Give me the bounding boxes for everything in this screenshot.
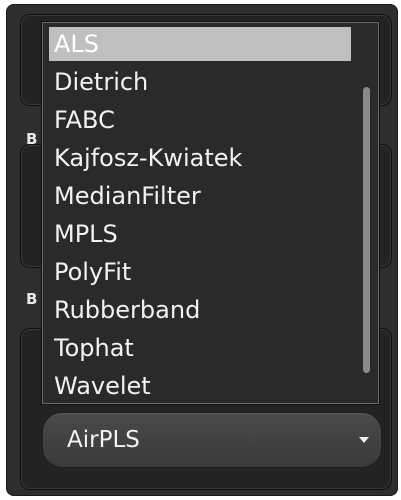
dropdown-option-polyfit[interactable]: PolyFit: [49, 255, 351, 289]
chevron-down-icon[interactable]: [359, 437, 369, 443]
dropdown-option-rubberband[interactable]: Rubberband: [49, 293, 351, 327]
dropdown-list[interactable]: ALS Dietrich FABC Kajfosz-Kwiatek Median…: [42, 22, 379, 404]
dropdown-scrollbar[interactable]: [363, 29, 371, 397]
dropdown-option-medianfilter[interactable]: MedianFilter: [49, 179, 351, 213]
scrollbar-thumb[interactable]: [363, 87, 370, 373]
combobox-value: AirPLS: [67, 427, 140, 453]
dropdown-option-dietrich[interactable]: Dietrich: [49, 65, 351, 99]
dropdown-option-wavelet[interactable]: Wavelet: [49, 369, 351, 403]
section-label-2: B: [26, 290, 38, 308]
baseline-method-combobox[interactable]: AirPLS: [42, 412, 382, 468]
dropdown-option-tophat[interactable]: Tophat: [49, 331, 351, 365]
dropdown-option-fabc[interactable]: FABC: [49, 103, 351, 137]
dropdown-option-als[interactable]: ALS: [49, 27, 351, 61]
dropdown-option-mpls[interactable]: MPLS: [49, 217, 351, 251]
dropdown-option-kajfosz-kwiatek[interactable]: Kajfosz-Kwiatek: [49, 141, 351, 175]
